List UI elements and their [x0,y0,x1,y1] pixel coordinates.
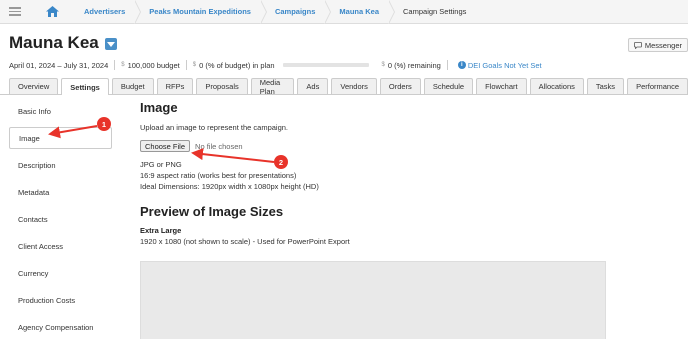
sidenav-item-contacts[interactable]: Contacts [9,208,112,230]
page-title: Mauna Kea [9,33,99,52]
tab-overview[interactable]: Overview [9,78,59,94]
page-title-row: Mauna Kea [9,33,117,53]
annotation-badge-2: 2 [274,155,288,169]
divider [446,60,448,70]
tab-schedule[interactable]: Schedule [423,78,474,94]
sidenav-item-production-costs[interactable]: Production Costs [9,289,112,311]
breadcrumb-advertiser[interactable]: Peaks Mountain Expeditions [135,0,267,24]
sidenav-item-basic-info[interactable]: Basic Info [9,100,112,122]
divider [375,60,376,70]
choose-file-button[interactable]: Choose File [140,140,191,152]
remaining-value: 0 (%) remaining [387,60,441,70]
campaign-dropdown-icon[interactable] [104,38,117,50]
budget-value: 100,000 budget [127,60,180,70]
breadcrumb-campaigns[interactable]: Campaigns [261,0,332,24]
image-instructions: Upload an image to represent the campaig… [140,123,289,132]
info-icon: i [457,61,466,69]
divider [114,60,116,70]
dei-goals-label: DEI Goals Not Yet Set [467,60,542,70]
size-title: Extra Large [140,226,182,235]
sidenav-item-currency[interactable]: Currency [9,262,112,284]
breadcrumb-campaign[interactable]: Mauna Kea [325,0,395,24]
dollar-icon: $ [121,62,125,68]
menu-icon[interactable] [4,0,26,24]
tab-proposals[interactable]: Proposals [196,78,248,94]
size-description: 1920 x 1080 (not shown to scale) - Used … [140,237,350,246]
file-upload: Choose File No file chosen [140,140,680,152]
in-plan-value: 0 (% of budget) in plan [199,60,275,70]
sidenav-item-metadata[interactable]: Metadata [9,181,112,203]
tab-flowchart[interactable]: Flowchart [476,78,527,94]
sidenav-item-agency-compensation[interactable]: Agency Compensation [9,316,112,338]
annotation-badge-1: 1 [97,117,111,131]
tab-ads[interactable]: Ads [297,78,329,94]
tab-orders[interactable]: Orders [379,78,421,94]
settings-sidenav: Basic Info Image Description Metadata Contac… [9,100,112,339]
dollar-icon: $ [192,62,197,68]
tab-media-plan[interactable]: Media Plan [250,78,295,96]
breadcrumb-current: Campaign Settings [403,7,467,16]
breadcrumb-advertisers[interactable]: Advertisers [70,0,142,24]
campaign-tabs: Overview Settings Budget RFPs Proposals Media… [0,78,688,96]
tab-settings[interactable]: Settings [61,78,109,95]
tab-tasks[interactable]: Tasks [586,78,625,94]
home-icon[interactable] [34,0,70,24]
image-preview-box [140,261,606,339]
tab-vendors[interactable]: Vendors [331,78,377,94]
tab-budget[interactable]: Budget [111,78,154,94]
tab-allocations[interactable]: Allocations [529,78,584,94]
divider [185,60,187,70]
campaign-stats: April 01, 2024 – July 31, 2024 $ 100,000… [9,59,542,71]
date-range: April 01, 2024 – July 31, 2024 [9,60,109,70]
dei-goals-link[interactable]: i DEI Goals Not Yet Set [457,60,542,70]
sidenav-item-image[interactable]: Image [9,127,112,149]
image-settings-panel: Image Upload an image to represent the c… [140,100,680,339]
preview-heading: Preview of Image Sizes [140,204,284,219]
budget-progress-bar [282,63,369,67]
tab-rfps[interactable]: RFPs [156,78,194,94]
messenger-button[interactable]: Messenger [627,38,688,52]
sidenav-item-description[interactable]: Description [9,154,112,176]
breadcrumb-bar: Advertisers Peaks Mountain Expeditions C… [0,0,688,24]
chat-icon [633,41,642,49]
format-note: JPG or PNG [140,160,182,169]
tab-performance[interactable]: Performance [627,78,688,94]
aspect-note: 16:9 aspect ratio (works best for presen… [140,171,297,180]
messenger-label: Messenger [644,40,682,50]
dimensions-note: Ideal Dimensions: 1920px width x 1080px … [140,182,319,191]
no-file-text: No file chosen [195,141,243,151]
sidenav-item-client-access[interactable]: Client Access [9,235,112,257]
dollar-icon: $ [381,62,385,68]
image-heading: Image [140,100,178,115]
